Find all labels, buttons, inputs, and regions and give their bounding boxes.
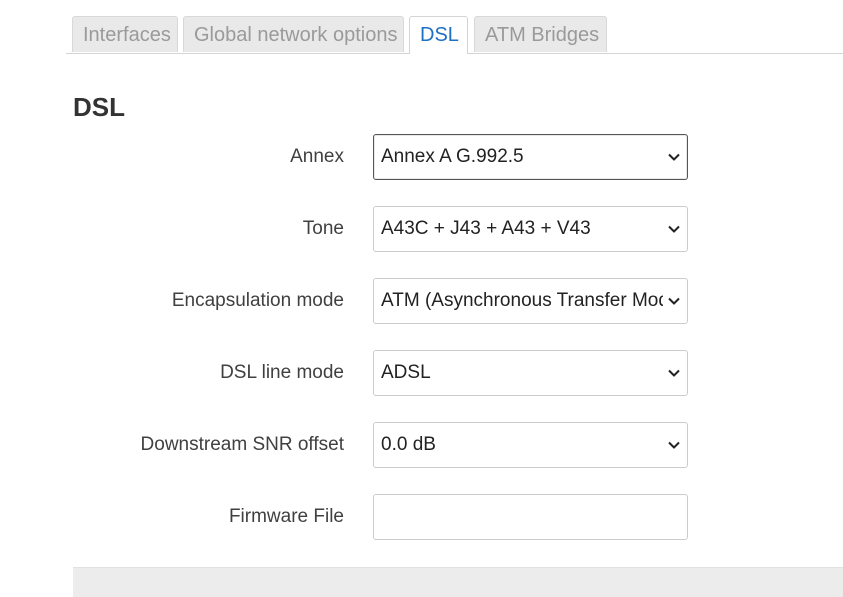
tab-dsl[interactable]: DSL [409, 16, 468, 54]
chevron-down-icon [668, 369, 680, 377]
tab-global-network-options[interactable]: Global network options [183, 16, 404, 52]
section-title: DSL [73, 92, 125, 122]
tab-interfaces[interactable]: Interfaces [72, 16, 178, 52]
tab-bar: Interfaces Global network options DSL AT… [66, 16, 843, 54]
encapsulation-label: Encapsulation mode [171, 290, 344, 311]
tone-row: Tone A43C + J43 + A43 + V43 [0, 206, 843, 252]
tab-atm-bridges[interactable]: ATM Bridges [474, 16, 607, 52]
snr-offset-select[interactable]: 0.0 dB [373, 422, 688, 468]
firmware-file-input[interactable] [373, 494, 688, 540]
encapsulation-value: ATM (Asynchronous Transfer Mode) [381, 290, 663, 311]
chevron-down-icon [668, 225, 680, 233]
line-mode-select[interactable]: ADSL [373, 350, 688, 396]
tone-select[interactable]: A43C + J43 + A43 + V43 [373, 206, 688, 252]
encapsulation-row: Encapsulation mode ATM (Asynchronous Tra… [0, 278, 843, 324]
snr-offset-value: 0.0 dB [381, 434, 436, 455]
line-mode-label: DSL line mode [220, 362, 344, 383]
tone-value: A43C + J43 + A43 + V43 [381, 218, 591, 239]
firmware-label: Firmware File [228, 506, 344, 527]
encapsulation-select[interactable]: ATM (Asynchronous Transfer Mode) [373, 278, 688, 324]
chevron-down-icon [668, 153, 680, 161]
firmware-row: Firmware File [0, 494, 843, 540]
line-mode-row: DSL line mode ADSL [0, 350, 843, 396]
chevron-down-icon [668, 297, 680, 305]
tone-label: Tone [302, 218, 344, 239]
line-mode-value: ADSL [381, 362, 431, 383]
snr-offset-label: Downstream SNR offset [140, 434, 344, 455]
annex-label: Annex [290, 146, 344, 167]
page-actions-bar [73, 567, 843, 597]
annex-row: Annex Annex A G.992.5 [0, 134, 843, 180]
chevron-down-icon [668, 441, 680, 449]
dsl-settings-page: Interfaces Global network options DSL AT… [0, 0, 843, 597]
snr-offset-row: Downstream SNR offset 0.0 dB [0, 422, 843, 468]
annex-value: Annex A G.992.5 [381, 146, 524, 167]
annex-select[interactable]: Annex A G.992.5 [373, 134, 688, 180]
